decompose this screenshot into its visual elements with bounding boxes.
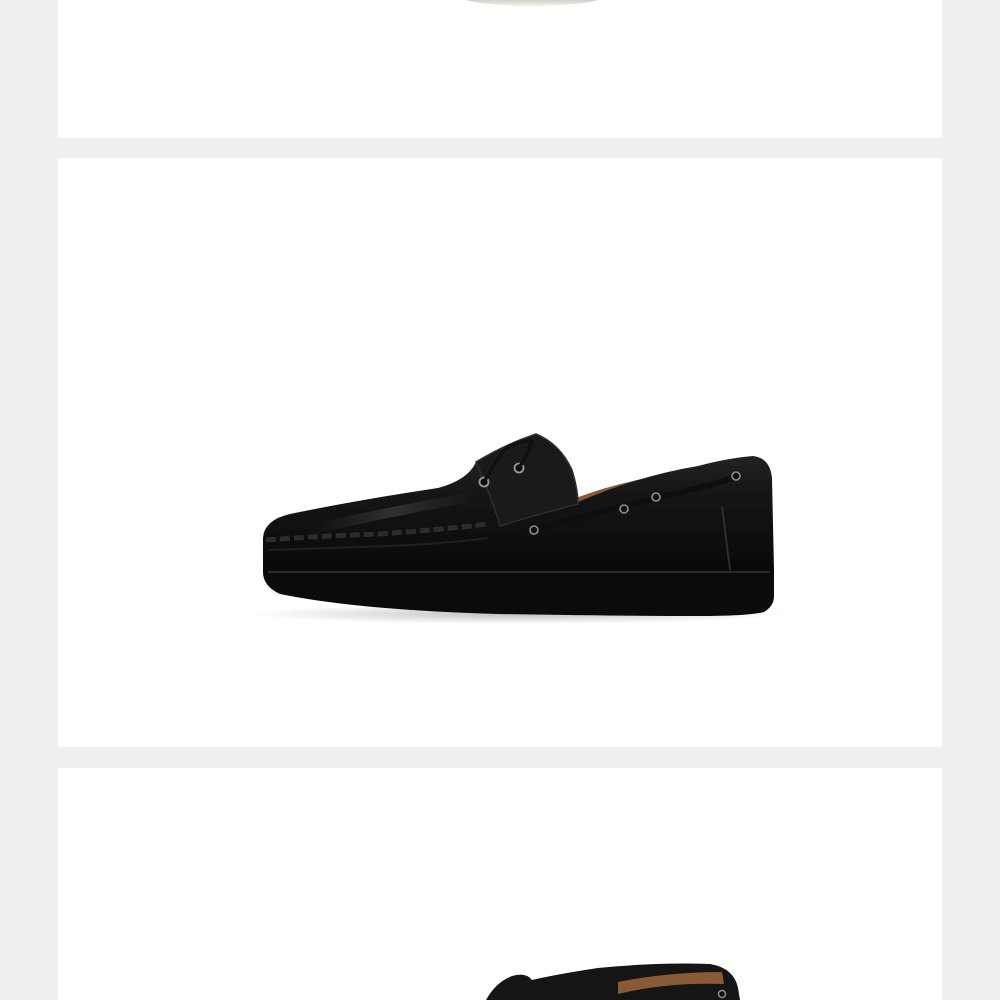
eyelet <box>651 492 661 502</box>
sole-edge <box>466 0 598 6</box>
gallery-image-3 <box>58 768 942 1000</box>
gallery-image-1 <box>58 0 942 138</box>
eyelet <box>619 504 629 514</box>
eyelet <box>717 989 727 999</box>
boat-shoe-top-fragment-image <box>486 963 740 1000</box>
product-gallery <box>0 0 1000 1000</box>
gallery-image-2 <box>58 158 942 747</box>
eyelet <box>529 525 539 535</box>
shoe-sole-fragment-image <box>466 0 598 6</box>
boat-shoe-side-image <box>248 433 788 624</box>
eyelet <box>731 471 741 481</box>
